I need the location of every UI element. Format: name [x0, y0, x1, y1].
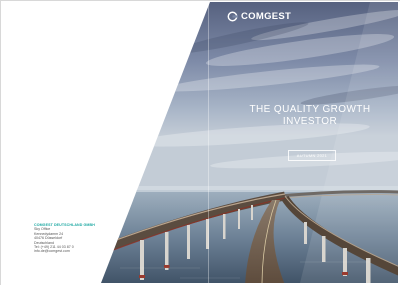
- contact-email[interactable]: info.de@comgest.com: [34, 249, 144, 253]
- headline-line-1: THE QUALITY GROWTH: [249, 104, 371, 115]
- fold-line: [208, 0, 209, 285]
- logo-wordmark: COMGEST: [241, 11, 292, 22]
- contact-block: COMGEST DEUTSCHLAND GMBH Sky Office Kenn…: [34, 223, 144, 254]
- cover-headline: THE QUALITY GROWTH INVESTOR: [230, 104, 390, 128]
- comgest-logo-icon: [227, 11, 238, 22]
- comgest-logo: COMGEST: [227, 11, 291, 22]
- edition-badge: AUTUMN 2021: [288, 150, 336, 161]
- brochure-spread: COMGEST THE QUALITY GROWTH INVESTOR AUTU…: [0, 0, 400, 285]
- headline-line-2: INVESTOR: [282, 116, 338, 127]
- edition-label: AUTUMN 2021: [296, 153, 328, 158]
